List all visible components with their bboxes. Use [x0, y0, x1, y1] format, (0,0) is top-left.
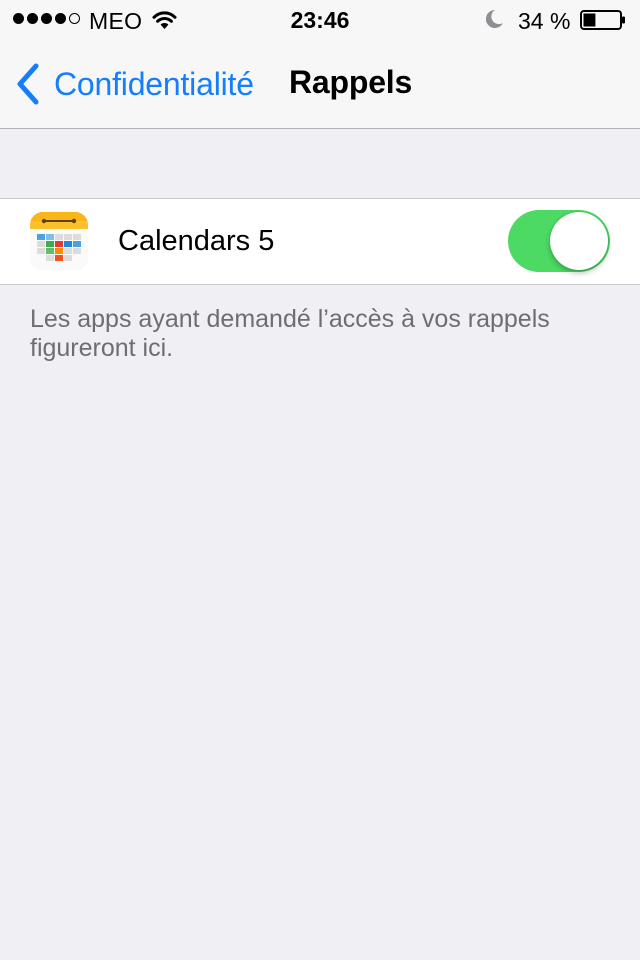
toggle-knob: [550, 212, 608, 270]
battery-icon: [580, 10, 625, 30]
reminders-access-toggle[interactable]: [508, 210, 610, 272]
chevron-left-icon: [17, 63, 39, 105]
list-item: Calendars 5: [0, 198, 640, 285]
page-title: Rappels: [289, 64, 413, 100]
back-button-label: Confidentialité: [54, 65, 254, 102]
calendar-app-icon: [30, 212, 88, 270]
status-bar: MEO 23:46 34 %: [0, 0, 640, 40]
app-name-label: Calendars 5: [118, 225, 275, 257]
back-button[interactable]: Confidentialité: [14, 62, 254, 106]
navigation-bar: Confidentialité Rappels: [0, 40, 640, 128]
section-footer-text: Les apps ayant demandé l’accès à vos rap…: [30, 305, 550, 362]
moon-icon: [485, 9, 503, 28]
top-bar: MEO 23:46 34 % Confidentialité Rappels: [0, 0, 640, 129]
battery-percentage: 34 %: [518, 8, 571, 34]
